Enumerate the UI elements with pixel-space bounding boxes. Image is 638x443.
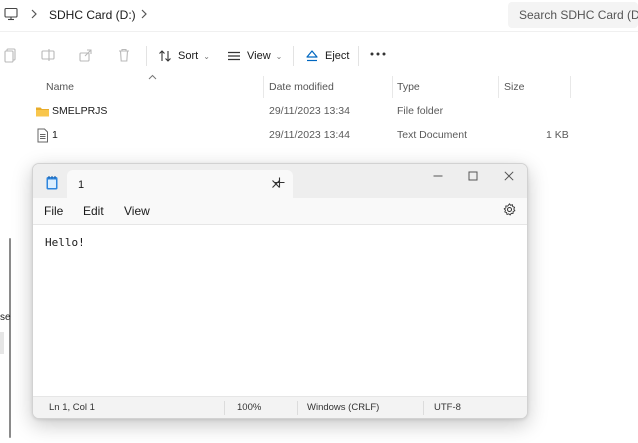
file-type: File folder xyxy=(397,105,444,117)
file-date: 29/11/2023 13:44 xyxy=(269,129,350,141)
command-bar: Sort ⌄ View ⌄ Eject xyxy=(0,38,638,72)
column-header-date-modified-label: Date modified xyxy=(269,81,334,93)
notepad-window: 1 File Edit View Hello! Ln 1, Col 1 100%… xyxy=(32,163,528,419)
view-icon xyxy=(228,51,240,61)
command-separator xyxy=(293,46,294,66)
notepad-tab-title: 1 xyxy=(78,179,85,191)
column-divider[interactable] xyxy=(570,76,571,98)
notepad-title-bar[interactable]: 1 xyxy=(33,164,527,199)
gear-icon[interactable] xyxy=(503,203,516,216)
sort-icon xyxy=(159,50,171,62)
column-header-type[interactable]: Type xyxy=(397,76,420,98)
column-header-size[interactable]: Size xyxy=(504,76,524,98)
file-size: 1 KB xyxy=(546,129,569,141)
status-cursor-position[interactable]: Ln 1, Col 1 xyxy=(49,402,95,413)
folder-icon xyxy=(36,107,49,117)
delete-icon[interactable] xyxy=(116,47,132,63)
column-header-size-label: Size xyxy=(504,81,525,93)
file-row[interactable]: 1 29/11/2023 13:44 Text Document 1 KB xyxy=(20,125,580,147)
maximize-icon[interactable] xyxy=(468,171,478,181)
share-icon[interactable] xyxy=(78,47,94,63)
notepad-status-bar: Ln 1, Col 1 100% Windows (CRLF) UTF-8 xyxy=(33,396,527,418)
breadcrumb-drive[interactable]: SDHC Card (D:) xyxy=(49,8,136,22)
chevron-right-icon[interactable] xyxy=(138,8,150,20)
column-header-type-label: Type xyxy=(397,81,420,93)
status-separator xyxy=(297,401,298,415)
sort-button[interactable]: Sort ⌄ xyxy=(158,45,210,67)
notepad-content: Hello! xyxy=(45,236,85,249)
minimize-icon[interactable] xyxy=(433,171,443,181)
notepad-text-area[interactable]: Hello! xyxy=(33,224,527,397)
navigation-pane-scrollbar[interactable] xyxy=(9,238,11,438)
navigation-pane-selected-item[interactable] xyxy=(0,332,4,354)
status-separator xyxy=(423,401,424,415)
sort-label: Sort xyxy=(178,50,199,62)
file-type: Text Document xyxy=(397,129,468,141)
eject-label: Eject xyxy=(325,50,350,62)
command-separator xyxy=(146,46,147,66)
status-zoom[interactable]: 100% xyxy=(237,402,261,413)
column-header-name-label: Name xyxy=(46,81,75,93)
file-name: 1 xyxy=(52,129,58,141)
file-name: SMELPRJS xyxy=(52,105,108,117)
search-input[interactable]: Search SDHC Card (D:) xyxy=(508,2,638,28)
column-divider[interactable] xyxy=(263,76,264,98)
notepad-menu-bar: File Edit View xyxy=(33,198,527,224)
copy-icon[interactable] xyxy=(3,47,19,63)
menu-file[interactable]: File xyxy=(44,204,63,218)
status-separator xyxy=(224,401,225,415)
eject-button[interactable]: Eject xyxy=(305,45,349,67)
notepad-app-icon xyxy=(46,176,58,190)
command-separator xyxy=(358,46,359,66)
more-options-icon[interactable] xyxy=(370,52,386,56)
address-bar: SDHC Card (D:) Search SDHC Card (D:) xyxy=(0,0,638,32)
text-file-icon xyxy=(37,128,48,143)
search-placeholder: Search SDHC Card (D:) xyxy=(519,8,638,22)
column-header-name[interactable]: Name xyxy=(46,76,74,98)
chevron-down-icon: ⌄ xyxy=(275,51,283,61)
this-pc-icon[interactable] xyxy=(4,7,18,21)
status-encoding[interactable]: UTF-8 xyxy=(434,402,461,413)
view-label: View xyxy=(247,50,271,62)
rename-icon[interactable] xyxy=(40,47,56,63)
eject-icon xyxy=(306,50,318,62)
status-line-ending[interactable]: Windows (CRLF) xyxy=(307,402,379,413)
notepad-tab[interactable]: 1 xyxy=(67,170,293,199)
new-tab-icon[interactable] xyxy=(274,177,285,188)
file-row[interactable]: SMELPRJS 29/11/2023 13:34 File folder xyxy=(20,101,580,123)
sort-ascending-icon xyxy=(148,74,157,80)
menu-edit[interactable]: Edit xyxy=(83,204,104,218)
file-date: 29/11/2023 13:34 xyxy=(269,105,350,117)
navigation-pane-label-fragment[interactable]: se xyxy=(0,312,11,323)
chevron-down-icon: ⌄ xyxy=(203,51,210,61)
column-divider[interactable] xyxy=(498,76,499,98)
column-divider[interactable] xyxy=(392,76,393,98)
chevron-right-icon[interactable] xyxy=(28,8,40,20)
close-window-icon[interactable] xyxy=(504,171,514,181)
view-button[interactable]: View ⌄ xyxy=(227,45,282,67)
menu-view[interactable]: View xyxy=(124,204,150,218)
column-header-date-modified[interactable]: Date modified xyxy=(269,76,334,98)
